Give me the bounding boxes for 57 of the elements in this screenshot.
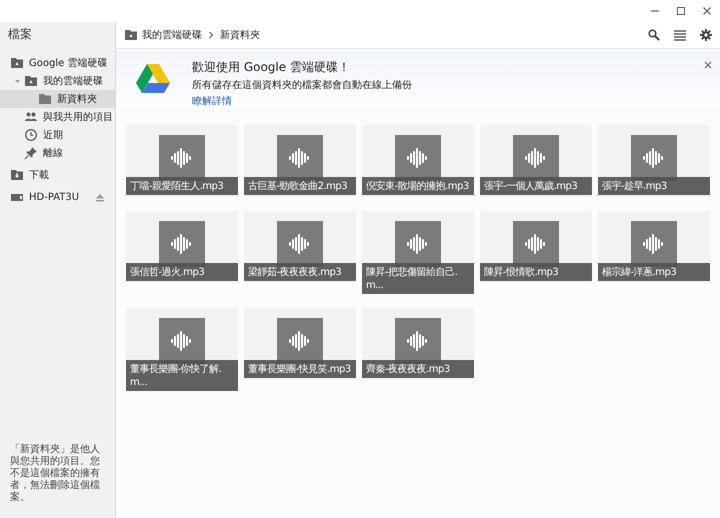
settings-icon[interactable] [700, 29, 712, 41]
file-name: 楊宗緯-洋蔥.mp3 [598, 263, 710, 281]
file-name: 董事長樂團-快見笑.mp3 [244, 360, 356, 378]
clock-icon [24, 128, 38, 142]
file-tile[interactable]: 倪安東-散場的擁抱.mp3 [362, 125, 474, 197]
file-tile[interactable]: 楊宗緯-洋蔥.mp3 [598, 211, 710, 283]
file-name: 陳昇-把悲傷留給自己.m... [362, 263, 474, 294]
sidebar-item[interactable]: 離線 [0, 144, 115, 162]
sidebar-item[interactable]: 近期 [0, 126, 115, 144]
file-tile[interactable]: 陳昇-把悲傷留給自己.m... [362, 211, 474, 294]
folder-icon [38, 92, 52, 106]
file-name: 齊秦-夜夜夜夜.mp3 [362, 360, 474, 378]
sidebar-item[interactable]: Google 雲端硬碟 [0, 54, 115, 72]
download-folder-icon [10, 168, 24, 182]
close-icon[interactable] [702, 6, 712, 16]
people-icon [24, 110, 38, 124]
file-tile[interactable]: 丁噹-親愛陌生人.mp3 [126, 125, 238, 197]
pin-icon [24, 146, 38, 160]
file-tile[interactable]: 董事長樂團-你快了解.m... [126, 308, 238, 391]
file-name: 古巨基-勁歌金曲2.mp3 [244, 177, 356, 195]
file-name: 丁噹-親愛陌生人.mp3 [126, 177, 238, 195]
sidebar-item[interactable]: 與我共用的項目 [0, 108, 115, 126]
sidebar-item[interactable]: 新資料夾 [0, 90, 115, 108]
breadcrumb-item[interactable]: 新資料夾 [220, 28, 260, 42]
search-icon[interactable] [648, 29, 660, 41]
learn-more-link[interactable]: 瞭解詳情 [192, 94, 232, 108]
breadcrumb-item[interactable]: 我的雲端硬碟 [142, 28, 202, 42]
banner-text: 所有儲存在這個資料夾的檔案都會自動在線上備份 [192, 78, 412, 92]
sidebar-item[interactable]: 我的雲端硬碟 [0, 72, 115, 90]
chevron-icon [208, 31, 214, 39]
drive-folder-icon [10, 56, 24, 70]
file-tile[interactable]: 董事長樂團-快見笑.mp3 [244, 308, 356, 380]
sidebar-item[interactable]: HD-PAT3U [0, 188, 115, 206]
drive-folder-icon [24, 74, 38, 88]
file-name: 張宇-一個人萬歲.mp3 [480, 177, 592, 195]
file-name: 董事長樂團-你快了解.m... [126, 360, 238, 391]
file-tile[interactable]: 張宇-趁早.mp3 [598, 125, 710, 197]
sidebar-item[interactable]: 下載 [0, 166, 115, 184]
file-tile[interactable]: 張信哲-過火.mp3 [126, 211, 238, 283]
file-name: 張信哲-過火.mp3 [126, 263, 238, 281]
file-name: 陳昇-恨情歌.mp3 [480, 263, 592, 281]
file-tile[interactable]: 齊秦-夜夜夜夜.mp3 [362, 308, 474, 380]
list-view-icon[interactable] [674, 30, 686, 40]
file-tile[interactable]: 張宇-一個人萬歲.mp3 [480, 125, 592, 197]
drive-folder-icon [124, 28, 138, 42]
file-name: 倪安東-散場的擁抱.mp3 [362, 177, 474, 195]
banner-title: 歡迎使用 Google 雲端硬碟！ [192, 59, 350, 76]
file-tile[interactable]: 梁靜茹-夜夜夜夜.mp3 [244, 211, 356, 283]
file-tile[interactable]: 陳昇-恨情歌.mp3 [480, 211, 592, 283]
file-name: 張宇-趁早.mp3 [598, 177, 710, 195]
close-icon[interactable] [704, 61, 712, 69]
sidebar-title: 檔案 [7, 26, 33, 43]
drive-logo-icon [136, 63, 170, 93]
file-name: 梁靜茹-夜夜夜夜.mp3 [244, 263, 356, 281]
file-tile[interactable]: 古巨基-勁歌金曲2.mp3 [244, 125, 356, 197]
maximize-icon[interactable] [676, 6, 686, 16]
info-note: 「新資料夾」是他人與您共用的項目。您不是這個檔案的擁有者，無法刪除這個檔案。 [9, 444, 101, 505]
